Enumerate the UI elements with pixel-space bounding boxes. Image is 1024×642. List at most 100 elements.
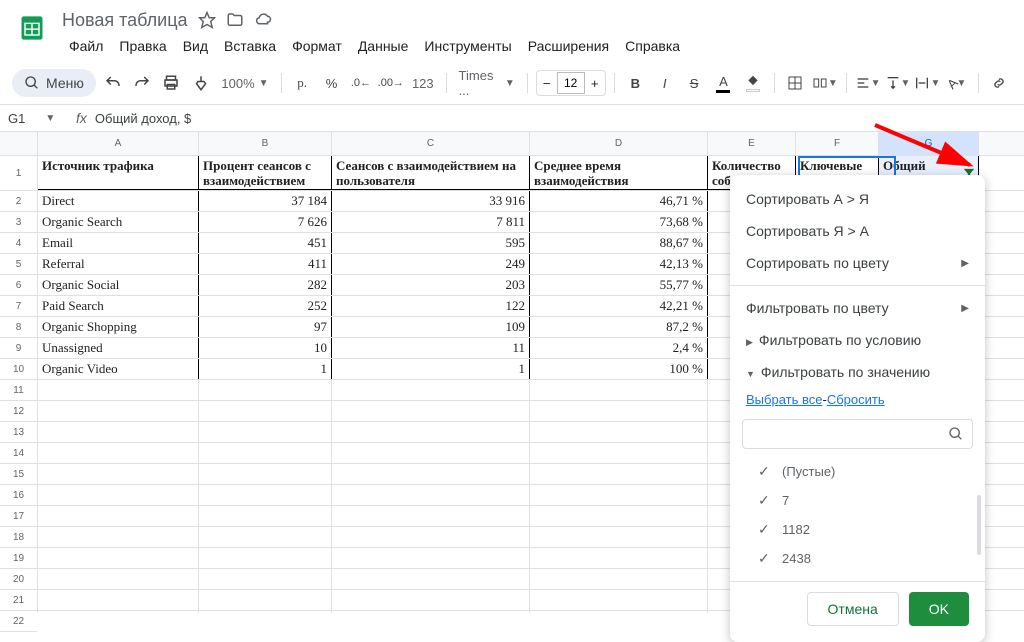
cell[interactable]	[530, 380, 708, 400]
row-header[interactable]: 15	[0, 464, 37, 485]
reset-link[interactable]: Сбросить	[827, 392, 885, 407]
cell[interactable]: 97	[199, 317, 332, 337]
row-header[interactable]: 21	[0, 590, 37, 611]
menu-ext[interactable]: Расширения	[521, 34, 616, 58]
cloud-icon[interactable]	[254, 11, 272, 29]
row-header[interactable]: 18	[0, 527, 37, 548]
ok-button[interactable]: OK	[909, 592, 969, 626]
paint-icon[interactable]	[188, 69, 213, 97]
row-header[interactable]: 5	[0, 254, 37, 275]
menu-help[interactable]: Справка	[618, 34, 687, 58]
row-header[interactable]: 17	[0, 506, 37, 527]
cell[interactable]: Referral	[38, 254, 199, 274]
cell[interactable]: 109	[332, 317, 530, 337]
valign-icon[interactable]: ▼	[885, 69, 911, 97]
select-all-link[interactable]: Выбрать все	[746, 392, 822, 407]
cell[interactable]	[38, 485, 199, 505]
cell[interactable]	[199, 506, 332, 526]
cell[interactable]: 122	[332, 296, 530, 316]
row-header[interactable]: 14	[0, 443, 37, 464]
cell[interactable]: Email	[38, 233, 199, 253]
row-header[interactable]: 2	[0, 191, 37, 212]
cell[interactable]	[38, 548, 199, 568]
cell[interactable]	[530, 401, 708, 421]
cell[interactable]	[38, 506, 199, 526]
redo-icon[interactable]	[129, 69, 154, 97]
cell[interactable]	[332, 380, 530, 400]
select-all-corner[interactable]	[0, 132, 37, 156]
menu-tools[interactable]: Инструменты	[417, 34, 518, 58]
row-header[interactable]: 11	[0, 380, 37, 401]
print-icon[interactable]	[159, 69, 184, 97]
cell[interactable]: 2,4 %	[530, 338, 708, 358]
percent-icon[interactable]: %	[319, 69, 344, 97]
font-size-plus[interactable]: +	[585, 71, 605, 95]
cell[interactable]: 37 184	[199, 191, 332, 211]
cell[interactable]: 7 811	[332, 212, 530, 232]
menu-file[interactable]: Файл	[62, 34, 110, 58]
cell[interactable]	[38, 443, 199, 463]
cell[interactable]: Paid Search	[38, 296, 199, 316]
zoom-select[interactable]: 100%▼	[217, 76, 272, 91]
font-size-minus[interactable]: −	[537, 71, 557, 95]
cell[interactable]	[199, 380, 332, 400]
col-header[interactable]: D	[530, 132, 708, 155]
cell[interactable]	[332, 590, 530, 610]
cell[interactable]	[38, 401, 199, 421]
row-header[interactable]: 16	[0, 485, 37, 506]
menu-insert[interactable]: Вставка	[217, 34, 283, 58]
cell[interactable]	[38, 464, 199, 484]
cell[interactable]: 203	[332, 275, 530, 295]
cell[interactable]	[199, 422, 332, 442]
cell[interactable]	[199, 464, 332, 484]
row-header[interactable]: 3	[0, 212, 37, 233]
col-header[interactable]: B	[199, 132, 332, 155]
row-header[interactable]: 20	[0, 569, 37, 590]
cell[interactable]: 411	[199, 254, 332, 274]
filter-value[interactable]: ✓7	[758, 486, 969, 515]
cancel-button[interactable]: Отмена	[807, 592, 899, 626]
cell[interactable]: Direct	[38, 191, 199, 211]
cell-reference[interactable]: G1▼	[8, 111, 68, 126]
row-header[interactable]: 7	[0, 296, 37, 317]
font-size-input[interactable]	[557, 72, 585, 94]
cell[interactable]	[199, 590, 332, 610]
cell[interactable]: 73,68 %	[530, 212, 708, 232]
row-header[interactable]: 12	[0, 401, 37, 422]
col-header[interactable]: E	[708, 132, 796, 155]
col-header[interactable]: C	[332, 132, 530, 155]
cell[interactable]: 595	[332, 233, 530, 253]
row-header[interactable]: 13	[0, 422, 37, 443]
cell[interactable]	[530, 443, 708, 463]
currency-icon[interactable]: р.	[289, 69, 314, 97]
cell[interactable]	[530, 527, 708, 547]
cell[interactable]: Среднее время взаимодействия	[530, 156, 708, 190]
cell[interactable]	[530, 548, 708, 568]
filter-by-condition[interactable]: ▶Фильтровать по условию	[730, 324, 985, 356]
cell[interactable]: Сеансов с взаимодействием на пользовател…	[332, 156, 530, 190]
cell[interactable]	[332, 401, 530, 421]
strike-icon[interactable]: S	[681, 69, 706, 97]
merge-icon[interactable]: ▼	[812, 69, 838, 97]
cell[interactable]	[332, 485, 530, 505]
cell[interactable]	[38, 569, 199, 589]
cell[interactable]: 55,77 %	[530, 275, 708, 295]
text-color-icon[interactable]: A	[711, 69, 736, 97]
col-header[interactable]: A	[38, 132, 199, 155]
cell[interactable]	[199, 485, 332, 505]
cell[interactable]	[332, 506, 530, 526]
menu-edit[interactable]: Правка	[112, 34, 173, 58]
cell[interactable]	[332, 527, 530, 547]
menu-format[interactable]: Формат	[285, 34, 349, 58]
halign-icon[interactable]: ▼	[855, 69, 881, 97]
cell[interactable]: 46,71 %	[530, 191, 708, 211]
formula-input[interactable]: Общий доход, $	[95, 111, 191, 126]
cell[interactable]: 249	[332, 254, 530, 274]
format-number[interactable]: 123	[408, 76, 438, 91]
cell[interactable]	[332, 569, 530, 589]
cell[interactable]	[38, 527, 199, 547]
filter-by-value[interactable]: ▼Фильтровать по значению	[730, 356, 985, 388]
cell[interactable]	[38, 590, 199, 610]
cell[interactable]: Unassigned	[38, 338, 199, 358]
cell[interactable]: Organic Video	[38, 359, 199, 379]
